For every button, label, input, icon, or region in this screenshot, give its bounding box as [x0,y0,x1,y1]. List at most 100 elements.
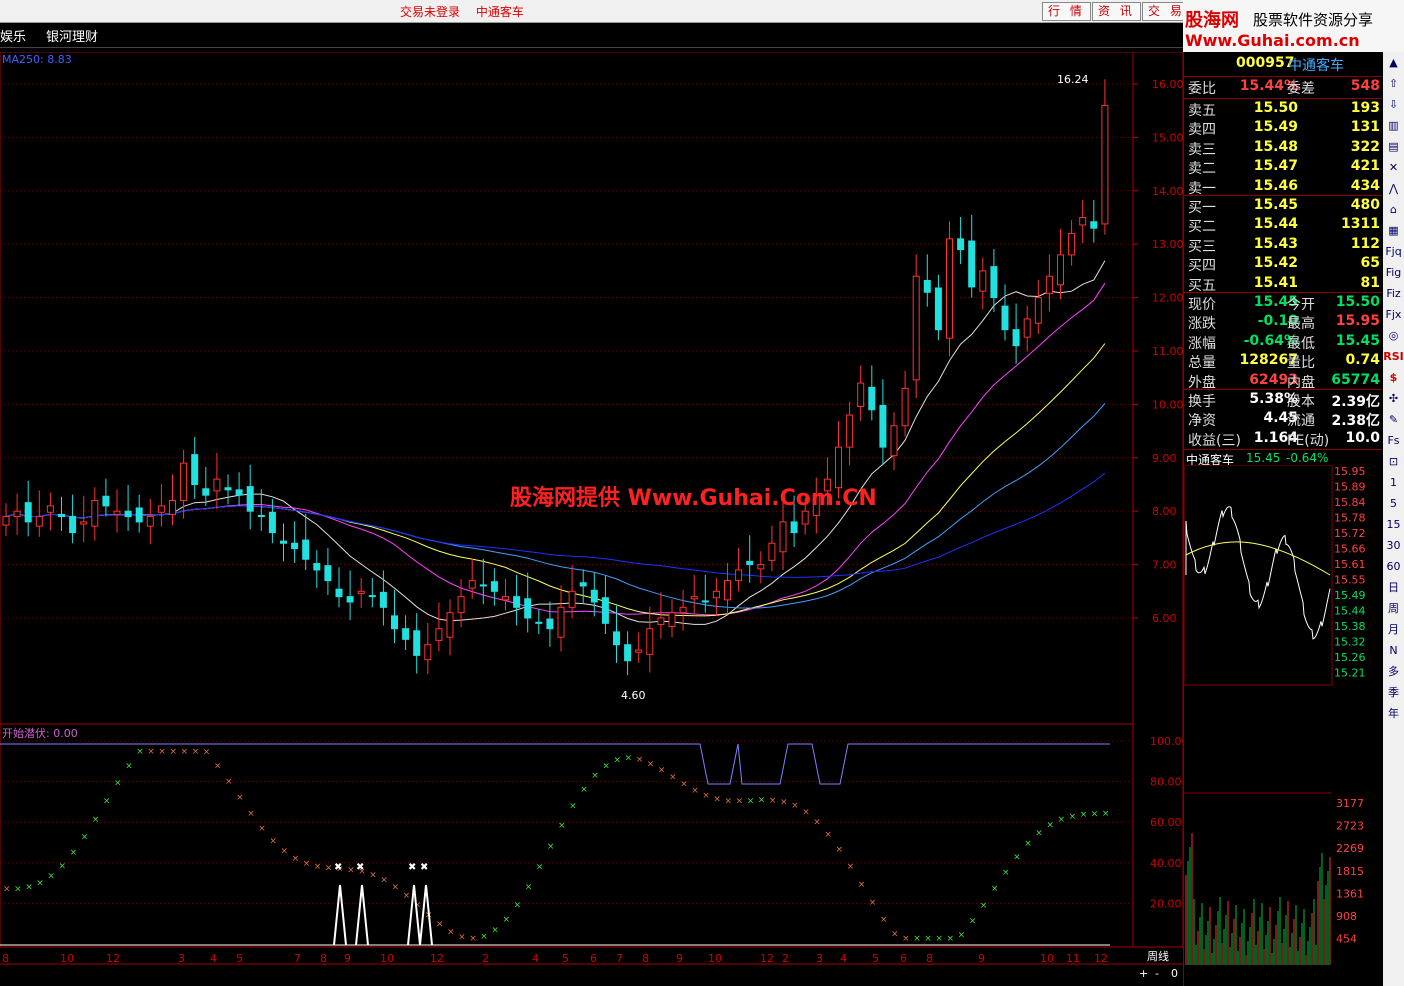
intraday-mini-chart[interactable]: 15.95 15.89 15.84 15.78 15.72 15.66 15.61 15.55… [1184,465,1384,985]
toolbar-button[interactable]: ▦ [1383,220,1404,241]
toolbar-button[interactable]: 周 [1383,598,1404,619]
toolbar-button[interactable]: 年 [1383,703,1404,724]
candle-body [468,580,476,589]
toolbar-button[interactable]: N [1383,640,1404,661]
indicator-dot: × [935,934,943,944]
candle-body [291,542,299,550]
toolbar-button[interactable]: 30 [1383,535,1404,556]
toolbar-button[interactable]: 月 [1383,619,1404,640]
buys-row[interactable]: 买五 15.41 81 [1184,275,1382,294]
x-axis-tick: 12 [106,952,120,965]
toolbar-button[interactable]: ◎ [1383,325,1404,346]
stat-value-2: 15.45 [1335,332,1380,349]
toolbar-button[interactable]: Fjq [1383,241,1404,262]
candle-body [58,513,65,518]
indicator-dot: × [602,761,610,771]
menu-item-finance[interactable]: 银河理财 [46,26,98,45]
fund-label-2: 股本 [1287,394,1315,410]
candle-body [135,507,143,523]
toolbar-button[interactable]: 多 [1383,661,1404,682]
toolbar-button[interactable]: 季 [1383,682,1404,703]
indicator-dot: × [158,747,166,757]
stat-row: 外盘 62493 内盘 65774 [1184,372,1382,391]
price-axis-tick: 14.00 [1152,185,1183,198]
row-volume: 65 [1360,255,1380,272]
candle-body [157,505,165,513]
x-axis-tick: 4 [840,952,847,965]
mini-price-tick: 15.55 [1334,574,1366,587]
login-status[interactable]: 交易未登录 [400,5,460,19]
toolbar-button[interactable]: Fiz [1383,283,1404,304]
menu-item-entertainment[interactable]: 娱乐 [0,26,26,45]
indicator-dot: × [569,802,577,812]
sells-row[interactable]: 卖三 15.48 322 [1184,139,1382,158]
candle-body [590,589,598,603]
indicator-dot: × [1002,868,1010,878]
candle-body [557,606,565,638]
buys-row[interactable]: 买三 15.43 112 [1184,236,1382,255]
candle-body [368,595,376,598]
toolbar-button[interactable]: ⌂ [1383,199,1404,220]
row-volume: 434 [1350,177,1380,194]
indicator-dot: × [3,884,11,894]
toolbar-button[interactable]: 60 [1383,556,1404,577]
order-ratio-value: 15.44% [1239,78,1298,94]
news-button[interactable]: 资 讯 [1092,2,1141,21]
toolbar-button[interactable]: ⊡ [1383,451,1404,472]
candle-body [579,582,587,587]
stat-row: 涨跌 -0.10 最高 15.95 [1184,313,1382,332]
indicator-dot: × [203,748,211,758]
toolbar-button[interactable]: 5 [1383,493,1404,514]
zoom-reset-button[interactable]: 0 [1171,967,1178,980]
toolbar-button[interactable]: Fs [1383,430,1404,451]
row-volume: 322 [1350,138,1380,155]
toolbar-button[interactable]: 日 [1383,577,1404,598]
mini-volume-tick: 2269 [1336,842,1364,855]
kline-chart[interactable]: × × × ×××××××××× × × × × × ××××××××× × × × × × × ×××××××… [0,52,1183,986]
candle-body [80,521,88,525]
indicator-dot: × [1080,810,1088,820]
sells-row[interactable]: 卖一 15.46 434 [1184,178,1382,197]
candle-body [490,581,498,592]
toolbar-button[interactable]: ▤ [1383,136,1404,157]
toolbar-button[interactable]: Fjx [1383,304,1404,325]
candle-body [901,387,909,427]
toolbar-button[interactable]: 15 [1383,514,1404,535]
zoom-out-button[interactable]: - [1155,967,1159,980]
signal-cross-icon: ✖ [420,862,428,873]
toolbar-button[interactable]: RSI [1383,346,1404,367]
quote-button[interactable]: 行 情 [1042,2,1091,21]
status-area: 交易未登录 中通客车 [400,3,536,20]
indicator-dot: × [236,793,244,803]
buys-row[interactable]: 买二 15.44 1311 [1184,216,1382,235]
toolbar-button[interactable]: ⋀ [1383,178,1404,199]
toolbar-button[interactable]: ✕ [1383,157,1404,178]
row-volume: 112 [1350,235,1380,252]
toolbar-button[interactable]: ⇩ [1383,94,1404,115]
sells-row[interactable]: 卖二 15.47 421 [1184,158,1382,177]
toolbar-button[interactable]: Fig [1383,262,1404,283]
indicator-dot: × [14,884,22,894]
toolbar-button[interactable]: ▥ [1383,115,1404,136]
toolbar-button[interactable]: 1 [1383,472,1404,493]
toolbar-button[interactable]: ✎ [1383,409,1404,430]
sells-row[interactable]: 卖五 15.50 193 [1184,100,1382,119]
buys-row[interactable]: 买四 15.42 65 [1184,255,1382,274]
toolbar-button[interactable]: ✣ [1383,388,1404,409]
indicator-dot: × [347,865,355,875]
indicator-dot: × [969,917,977,927]
fund-label-2: PE(动) [1287,432,1330,449]
indicator-dot: × [214,761,222,771]
period-label[interactable]: 周线 [1147,949,1169,963]
buys-row[interactable]: 买一 15.45 480 [1184,197,1382,216]
stat-row: 总量 128267 量比 0.74 [1184,352,1382,371]
candle-body [635,649,643,653]
mini-price-tick: 15.66 [1334,543,1366,556]
toolbar-button[interactable]: ⇧ [1383,73,1404,94]
toolbar-button[interactable]: $ [1383,367,1404,388]
zoom-in-button[interactable]: + [1139,967,1148,980]
indicator-dot: × [258,824,266,834]
indicator-dot: × [103,797,111,807]
toolbar-button[interactable]: ▲ [1383,52,1404,73]
sells-row[interactable]: 卖四 15.49 131 [1184,119,1382,138]
